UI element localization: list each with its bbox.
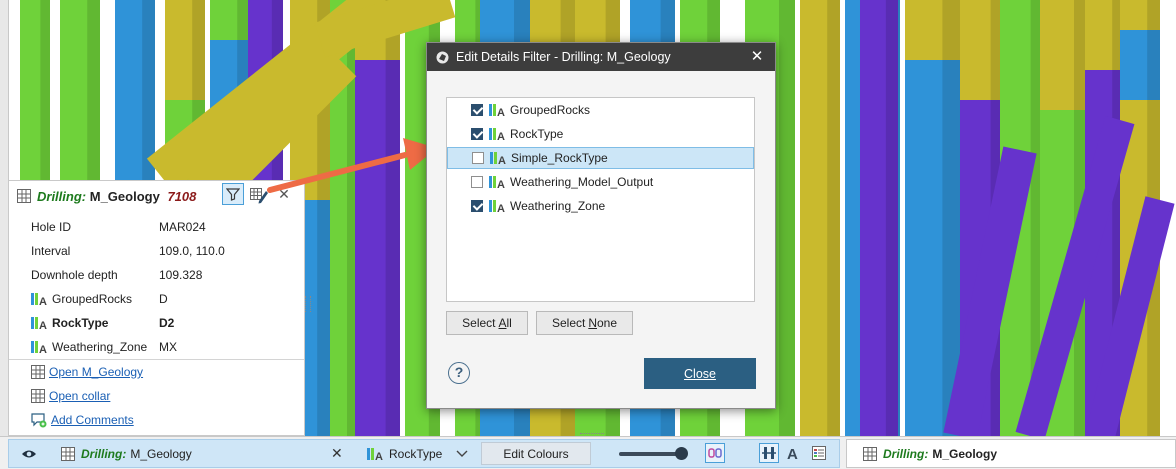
svg-text:A: A <box>497 179 505 190</box>
column-label: Weathering_Model_Output <box>510 175 654 189</box>
dialog-title-bar[interactable]: Edit Details Filter - Drilling: M_Geolog… <box>427 43 775 71</box>
xray-toggle[interactable] <box>705 443 725 463</box>
remove-object-icon[interactable]: ✕ <box>331 440 343 467</box>
object-kind: Drilling: <box>883 446 929 461</box>
show-labels-toggle[interactable]: A <box>783 443 803 463</box>
svg-text:A: A <box>498 155 506 166</box>
columns-list[interactable]: A GroupedRocks A RockType A Simple_RockType A W… <box>446 97 755 302</box>
table-icon <box>61 446 75 461</box>
colour-by-dropdown[interactable]: A RockType <box>367 440 468 467</box>
column-checkbox[interactable] <box>471 200 483 212</box>
close-button[interactable]: Close <box>644 358 756 389</box>
opacity-slider-track[interactable] <box>619 452 681 456</box>
column-list-item[interactable]: A Weathering_Model_Output <box>447 171 754 193</box>
object-kind: Drilling: <box>81 446 127 461</box>
category-column-icon: A <box>367 447 383 462</box>
selected-object-summary[interactable]: Drilling: M_Geology <box>846 439 1176 468</box>
column-label: RockType <box>510 127 564 141</box>
drillhole-lines-icon <box>762 447 776 459</box>
shown-object-name: Drilling: M_Geology <box>61 440 192 467</box>
category-column-icon: A <box>489 200 505 214</box>
opacity-slider-handle[interactable] <box>675 447 688 460</box>
select-all-button[interactable]: Select All <box>446 311 528 335</box>
shown-objects-bar: Drilling: M_Geology ✕ A RockType Edit Co… <box>0 436 1176 469</box>
object-name: M_Geology <box>130 446 192 461</box>
category-column-icon: A <box>489 104 505 118</box>
column-checkbox[interactable] <box>471 104 483 116</box>
column-list-item[interactable]: A Simple_RockType <box>447 147 754 169</box>
show-as-cylinders-toggle[interactable] <box>759 443 779 463</box>
callout-arrow-shaft <box>267 152 408 193</box>
legend-icon <box>812 446 826 460</box>
object-name: M_Geology <box>932 446 998 461</box>
dialog-close-icon[interactable]: ✕ <box>747 46 767 68</box>
dialog-title: Edit Details Filter - Drilling: M_Geolog… <box>456 50 671 64</box>
svg-text:A: A <box>497 131 505 142</box>
table-icon <box>863 446 877 461</box>
chevron-down-icon <box>456 450 468 457</box>
column-list-item[interactable]: A GroupedRocks <box>447 99 754 121</box>
column-label: Weathering_Zone <box>510 199 606 213</box>
label-a-icon: A <box>787 446 798 461</box>
svg-text:A: A <box>787 446 798 461</box>
column-list-item[interactable]: A RockType <box>447 123 754 145</box>
svg-text:A: A <box>497 203 505 214</box>
shown-object-row[interactable]: Drilling: M_Geology ✕ A RockType Edit Co… <box>8 439 840 468</box>
slice-icon <box>708 448 722 458</box>
column-checkbox[interactable] <box>471 176 483 188</box>
column-label: GroupedRocks <box>510 103 591 117</box>
svg-text:A: A <box>375 451 383 462</box>
select-none-button[interactable]: Select None <box>536 311 633 335</box>
category-column-icon: A <box>490 152 506 166</box>
column-label: Simple_RockType <box>511 151 608 165</box>
category-column-icon: A <box>489 128 505 142</box>
app-logo-icon <box>436 51 449 63</box>
edit-colours-button[interactable]: Edit Colours <box>481 442 591 465</box>
help-icon[interactable]: ? <box>448 362 470 384</box>
eye-icon <box>22 450 36 457</box>
category-column-icon: A <box>489 176 505 190</box>
svg-text:A: A <box>497 107 505 118</box>
colour-by-value: RockType <box>389 446 443 461</box>
visibility-toggle[interactable] <box>21 440 37 467</box>
column-checkbox[interactable] <box>471 128 483 140</box>
column-list-item[interactable]: A Weathering_Zone <box>447 195 754 217</box>
show-legend-toggle[interactable] <box>809 443 829 463</box>
column-checkbox[interactable] <box>472 152 484 164</box>
edit-details-filter-dialog: Edit Details Filter - Drilling: M_Geolog… <box>426 42 776 409</box>
